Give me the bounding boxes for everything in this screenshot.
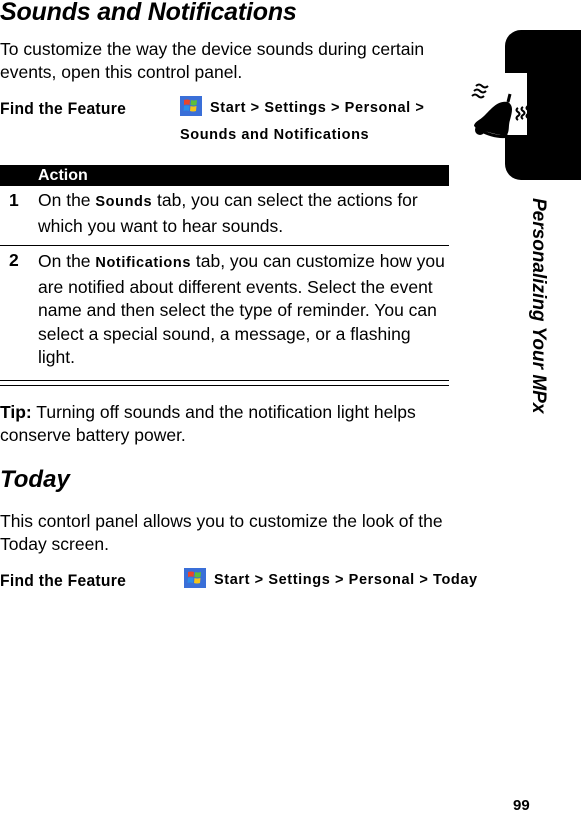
today-description: This contorl panel allows you to customi… <box>0 511 443 554</box>
windows-start-icon <box>180 96 202 116</box>
find-feature-path: Start > Settings > Personal > Today <box>184 567 478 594</box>
tip-paragraph: Tip: Turning off sounds and the notifica… <box>0 401 470 447</box>
page-number: 99 <box>513 797 530 814</box>
section-title: Sounds and Notifications <box>0 0 297 26</box>
table-row: 2 On the Notifications tab, you can cust… <box>0 246 449 374</box>
step-keyword: Sounds <box>95 194 153 210</box>
table-header: Action <box>0 165 449 186</box>
action-table: Action 1 On the Sounds tab, you can sele… <box>0 165 449 386</box>
find-feature-label: Find the Feature <box>0 99 127 118</box>
windows-start-icon <box>184 568 206 588</box>
tip-label: Tip: <box>0 402 32 422</box>
step-text: On the <box>38 190 96 210</box>
table-bottom-rule <box>0 379 449 386</box>
chapter-title: Personalizing Your MPx <box>527 198 549 418</box>
ringing-bell-icon <box>464 72 532 140</box>
today-title: Today <box>0 466 70 493</box>
find-feature-path-line2: Sounds and Notifications <box>180 127 370 143</box>
table-row: 1 On the Sounds tab, you can select the … <box>0 186 449 246</box>
find-feature-path: Start > Settings > Personal > Sounds and… <box>180 95 424 149</box>
find-feature-label: Find the Feature <box>0 571 127 590</box>
step-keyword: Notifications <box>95 255 192 271</box>
step-text: On the <box>38 251 96 271</box>
find-feature-path-line1: Start > Settings > Personal > <box>210 100 425 116</box>
find-feature-path-text: Start > Settings > Personal > Today <box>214 572 478 588</box>
chapter-title-text: Personalizing Your MPx <box>528 198 549 414</box>
tip-text: Turning off sounds and the notification … <box>0 402 416 445</box>
step-number: 2 <box>9 250 19 270</box>
section-intro: To customize the way the device sounds d… <box>0 39 425 82</box>
step-number: 1 <box>9 190 19 210</box>
